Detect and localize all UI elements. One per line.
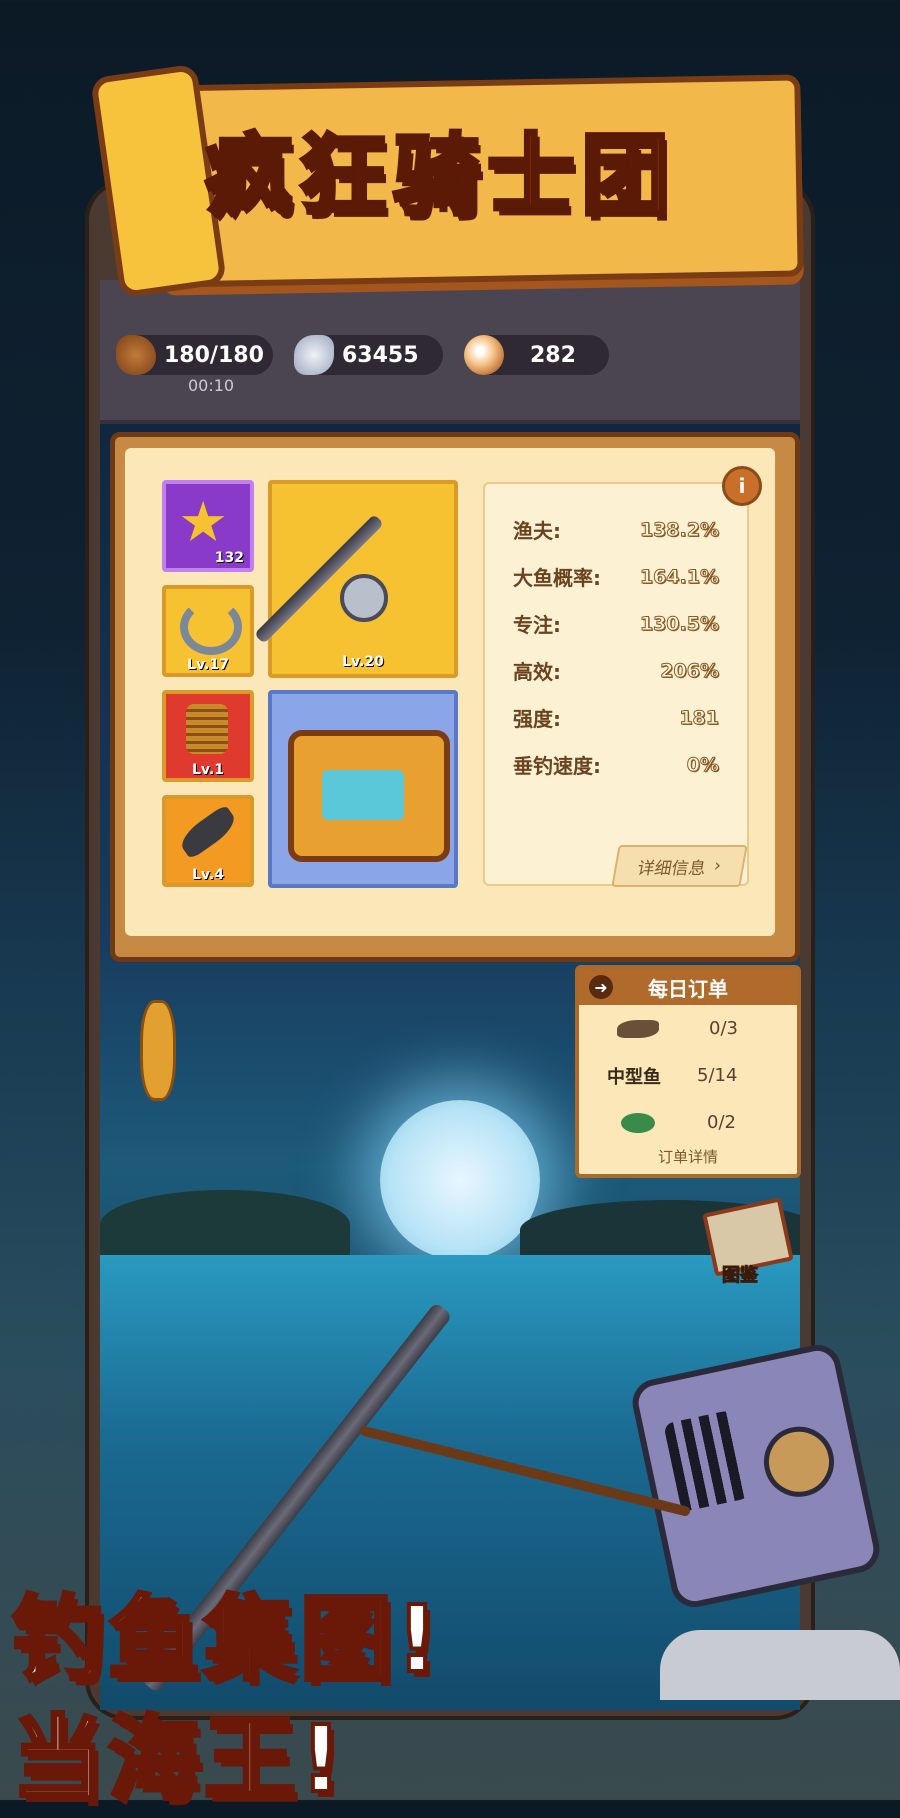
moon — [380, 1100, 540, 1260]
stat-value: 164.1% — [639, 565, 719, 588]
stat-row: 高效: 206% — [485, 647, 747, 694]
detail-info-button[interactable]: 详细信息 › — [611, 845, 748, 887]
stats-list: 渔夫: 138.2% 大鱼概率: 164.1% 专注: 130.5% 高效: 206% 强度: 1… — [485, 506, 747, 788]
line-slot[interactable]: Lv.1 — [162, 690, 254, 782]
stat-label: 专注: — [513, 613, 561, 637]
stat-value: 138.2% — [639, 518, 719, 541]
stat-value: 181 — [679, 706, 720, 729]
bread-counter[interactable]: 180/180 — [116, 335, 273, 375]
star-count: 132 — [214, 550, 244, 566]
stats-box: 渔夫: 138.2% 大鱼概率: 164.1% 专注: 130.5% 高效: 206% 强度: 1… — [483, 482, 749, 886]
stat-label: 渔夫: — [513, 519, 561, 543]
order-row: 0/2 — [579, 1099, 797, 1146]
stat-row: 强度: 181 — [485, 694, 747, 741]
hook-icon — [180, 599, 242, 655]
order-row: 中型鱼 5/14 — [579, 1052, 797, 1099]
visor-icon — [663, 1409, 751, 1513]
stat-row: 垂钓速度: 0% — [485, 741, 747, 788]
bread-icon — [116, 335, 156, 375]
collection-book-button[interactable]: 图鉴 — [700, 1197, 794, 1287]
treasure-chest-icon — [288, 730, 450, 862]
order-value: 0/2 — [707, 1112, 736, 1133]
daily-order-title: 每日订单 — [648, 976, 728, 1001]
stat-label: 高效: — [513, 660, 561, 684]
pearl-value: 282 — [530, 342, 576, 368]
chest-slot[interactable] — [268, 690, 458, 888]
fishing-line-icon — [186, 704, 228, 754]
fish-counter[interactable]: 63455 — [294, 335, 443, 375]
rod-slot[interactable]: Lv.20 — [253, 480, 458, 678]
pearl-icon — [464, 335, 504, 375]
bait-slot[interactable]: Lv.4 — [162, 795, 254, 887]
stat-label: 垂钓速度: — [513, 754, 601, 778]
star-icon: ★ — [178, 490, 229, 555]
fish-value: 63455 — [342, 342, 419, 368]
hanging-fish-icon — [140, 1000, 176, 1101]
slogan-line2: 当海王! — [10, 1704, 346, 1815]
bait-level: Lv.4 — [192, 867, 224, 883]
stat-label: 强度: — [513, 707, 561, 731]
island-left — [100, 1190, 350, 1260]
info-icon[interactable]: i — [722, 466, 762, 506]
hook-level: Lv.17 — [187, 657, 229, 673]
stat-value: 130.5% — [639, 612, 719, 635]
game-title: 疯狂骑士团 — [203, 122, 676, 229]
order-label: 中型鱼 — [607, 1066, 661, 1088]
chevron-right-icon: › — [712, 856, 723, 876]
stat-row: 大鱼概率: 164.1% — [485, 553, 747, 600]
daily-order-panel[interactable]: ➜ 每日订单 0/3 中型鱼 5/14 0/2 订单详情 — [575, 965, 801, 1178]
rod-level: Lv.20 — [342, 654, 384, 670]
bait-fish-icon — [175, 804, 241, 860]
stat-value: 206% — [660, 659, 720, 682]
fish-silhouette-icon — [617, 1019, 659, 1038]
detail-info-label: 详细信息 — [635, 858, 708, 879]
reel-icon — [340, 574, 388, 622]
order-value: 5/14 — [697, 1065, 738, 1086]
slogan-line1: 钓鱼集图! — [10, 1584, 442, 1695]
stat-value: 0% — [686, 753, 719, 776]
stat-row: 专注: 130.5% — [485, 600, 747, 647]
line-level: Lv.1 — [192, 762, 224, 778]
turtle-icon — [621, 1112, 655, 1133]
collection-label: 图鉴 — [722, 1265, 759, 1287]
daily-order-header: ➜ 每日订单 — [579, 969, 797, 1005]
bread-timer: 00:10 — [188, 376, 235, 395]
order-value: 0/3 — [709, 1018, 738, 1039]
ear-guard-icon — [757, 1420, 841, 1504]
arrow-right-icon: ➜ — [589, 975, 613, 999]
pearl-counter[interactable]: 282 — [464, 335, 609, 375]
fish-icon — [294, 335, 334, 375]
knight-base — [660, 1630, 900, 1700]
bread-value: 180/180 — [164, 342, 264, 368]
star-slot[interactable]: ★ 132 — [162, 480, 254, 572]
stat-row: 渔夫: 138.2% — [485, 506, 747, 553]
hook-slot[interactable]: Lv.17 — [162, 585, 254, 677]
order-row: 0/3 — [579, 1005, 797, 1052]
order-details-link[interactable]: 订单详情 — [579, 1146, 797, 1167]
stat-label: 大鱼概率: — [513, 566, 601, 590]
